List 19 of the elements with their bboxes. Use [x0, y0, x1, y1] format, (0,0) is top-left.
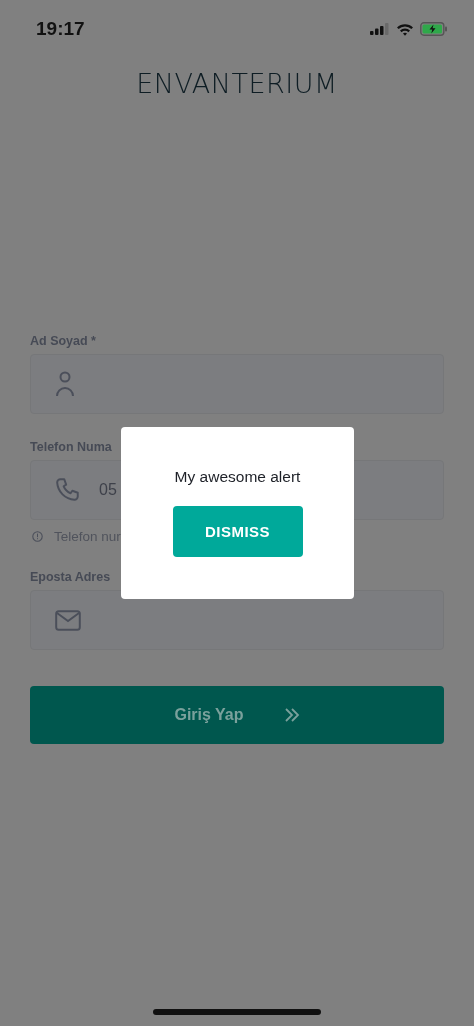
field-label: Telefon Numa: [30, 440, 112, 454]
signal-icon: [370, 23, 390, 35]
phone-icon: [55, 477, 81, 503]
field-label: Eposta Adres: [30, 570, 111, 584]
input-field[interactable]: [30, 590, 444, 650]
status-time: 19:17: [36, 18, 85, 40]
wifi-icon: [396, 22, 414, 36]
field-label: Ad Soyad *: [30, 334, 96, 348]
mail-icon: [55, 609, 81, 631]
login-button[interactable]: Giriş Yap: [30, 686, 444, 744]
dismiss-button[interactable]: DISMISS: [172, 506, 303, 557]
info-icon: [32, 531, 43, 542]
alert-message: My awesome alert: [174, 468, 301, 486]
field-value: 05: [99, 481, 117, 499]
person-icon: [55, 371, 75, 397]
app-logo: ENVANTERIUM: [136, 67, 338, 99]
battery-icon: [420, 22, 448, 36]
double-chevron-icon: [283, 708, 300, 722]
input-field[interactable]: [30, 354, 444, 414]
